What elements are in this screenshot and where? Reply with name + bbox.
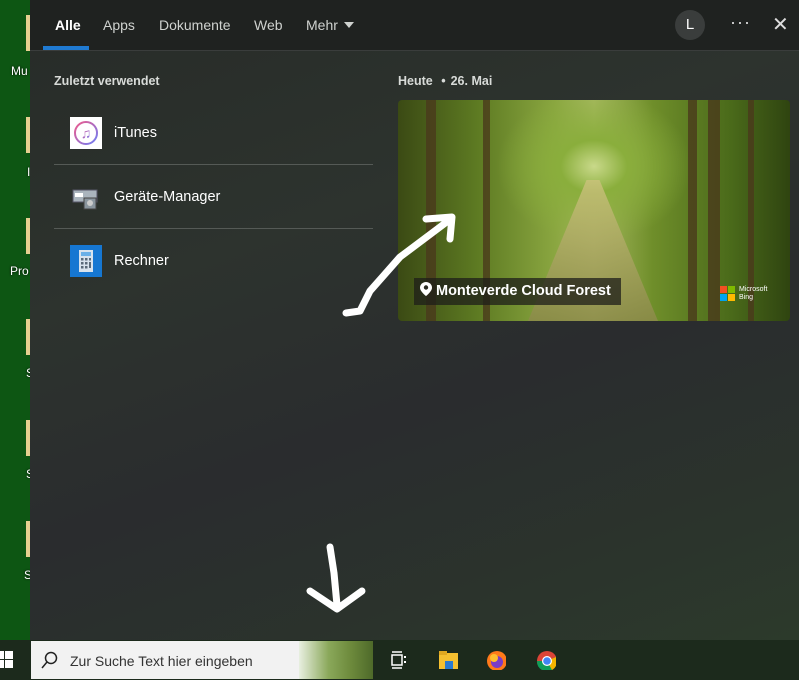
- desktop-icon-label: Pro: [10, 264, 29, 278]
- today-label: Heute: [398, 74, 433, 88]
- desktop-icon-label: Mu: [11, 64, 28, 78]
- search-placeholder: Zur Suche Text hier eingeben: [70, 653, 253, 669]
- firefox-icon[interactable]: [486, 650, 506, 670]
- brand-line: Microsoft: [739, 286, 768, 293]
- tab-apps[interactable]: Apps: [103, 17, 135, 33]
- list-item-rechner[interactable]: Rechner: [54, 229, 373, 293]
- bing-brand: Microsoft Bing: [739, 286, 767, 302]
- location-pin-icon: [420, 282, 432, 296]
- brand-line: Bing: [739, 294, 754, 301]
- list-item-label: iTunes: [114, 125, 157, 141]
- recent-heading: Zuletzt verwendet: [54, 74, 160, 88]
- search-panel: Alle Apps Dokumente Web Mehr L ··· ✕ Zul…: [30, 0, 799, 640]
- search-highlight-thumbnail[interactable]: [299, 641, 373, 679]
- chrome-icon[interactable]: [536, 650, 556, 670]
- chevron-down-icon: [343, 22, 354, 28]
- tab-dokumente[interactable]: Dokumente: [159, 17, 231, 33]
- windows-start-icon[interactable]: [0, 651, 16, 671]
- calculator-icon: [70, 245, 102, 277]
- tab-mehr-label: Mehr: [306, 17, 338, 33]
- list-item-label: Rechner: [114, 253, 169, 269]
- device-manager-icon: [70, 181, 102, 213]
- list-item-label: Geräte-Manager: [114, 189, 221, 205]
- desktop: Mu I Pro S S S: [0, 0, 34, 640]
- location-label: Monteverde Cloud Forest: [436, 283, 611, 299]
- tab-alle[interactable]: Alle: [55, 17, 81, 33]
- separator: •: [441, 74, 446, 88]
- microsoft-logo-icon: [720, 286, 736, 302]
- bing-image-card[interactable]: Monteverde Cloud Forest Microsoft Bing: [398, 100, 790, 321]
- itunes-icon: ♫: [70, 117, 102, 149]
- task-view-icon[interactable]: [389, 650, 409, 670]
- taskbar-search-box[interactable]: Zur Suche Text hier eingeben: [31, 641, 373, 679]
- search-icon: [41, 651, 58, 669]
- list-item-geraete-manager[interactable]: Geräte-Manager: [54, 165, 373, 229]
- list-item-itunes[interactable]: ♫ iTunes: [54, 101, 373, 165]
- taskbar: Zur Suche Text hier eingeben: [0, 640, 799, 680]
- active-tab-indicator: [43, 46, 89, 50]
- svg-text:♫: ♫: [81, 125, 92, 141]
- tab-web[interactable]: Web: [254, 17, 283, 33]
- search-tabs: Alle Apps Dokumente Web Mehr L ··· ✕: [30, 0, 799, 51]
- more-options-icon[interactable]: ···: [730, 12, 751, 33]
- location-badge[interactable]: Monteverde Cloud Forest: [414, 278, 621, 305]
- avatar[interactable]: L: [675, 10, 705, 40]
- close-icon[interactable]: ✕: [772, 12, 789, 37]
- tab-mehr[interactable]: Mehr: [306, 17, 354, 33]
- today-date: 26. Mai: [450, 74, 493, 88]
- today-heading: Heute • 26. Mai: [398, 74, 492, 88]
- file-explorer-icon[interactable]: [438, 650, 458, 670]
